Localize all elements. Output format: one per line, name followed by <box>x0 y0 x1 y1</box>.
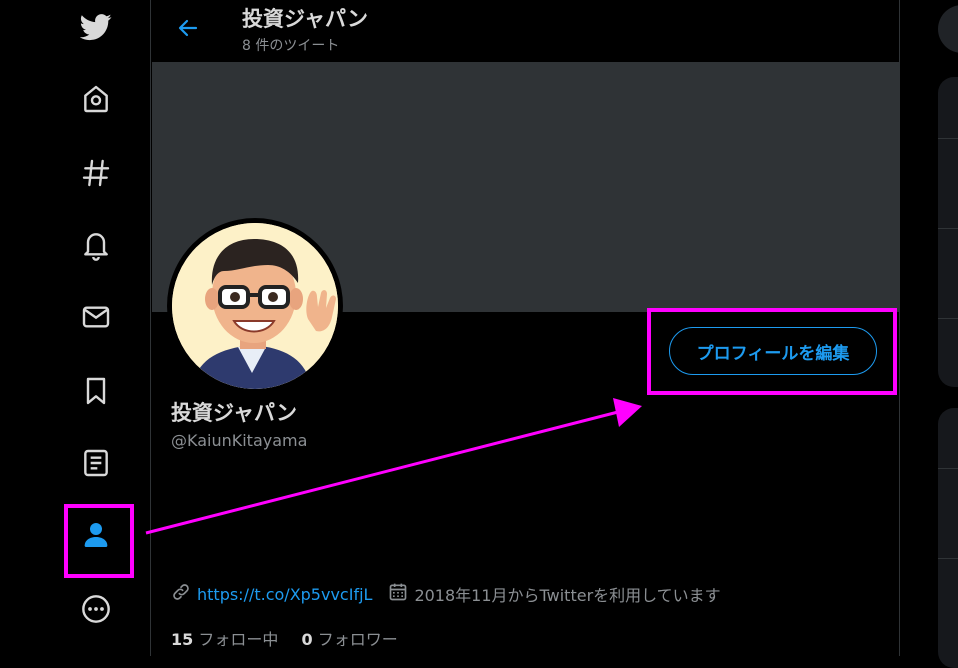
profile-website-link[interactable]: https://t.co/Xp5vvcIfjL <box>197 585 372 604</box>
calendar-icon <box>388 582 408 606</box>
followers-label: フォロワー <box>317 630 398 649</box>
following-count: 15 <box>171 630 194 649</box>
follow-divider <box>938 468 958 469</box>
person-icon[interactable] <box>77 516 115 554</box>
twitter-logo-icon[interactable] <box>77 8 115 46</box>
home-icon[interactable] <box>77 80 115 118</box>
profile-header: 投資ジャパン 8 件のツイート <box>151 0 899 62</box>
profile-handle: @KaiunKitayama <box>171 431 308 450</box>
follow-divider <box>938 558 958 559</box>
followers-link[interactable]: 0 フォロワー <box>301 626 397 650</box>
list-icon[interactable] <box>77 444 115 482</box>
edit-profile-button[interactable]: プロフィールを編集 <box>669 327 877 375</box>
who-to-follow-panel <box>938 408 958 668</box>
link-icon <box>171 582 191 606</box>
sidebar-nav <box>0 0 150 656</box>
bell-icon[interactable] <box>77 226 115 264</box>
profile-display-name: 投資ジャパン <box>171 401 297 425</box>
profile-column: 投資ジャパン 8 件のツイート プロフィールを編集 投資ジャパン @KaiunK… <box>151 0 899 656</box>
following-link[interactable]: 15 フォロー中 <box>171 626 278 650</box>
trends-panel <box>938 77 958 387</box>
joined-date: 2018年11月からTwitterを利用しています <box>414 586 721 605</box>
search-box[interactable] <box>938 5 958 53</box>
more-circle-icon[interactable] <box>77 590 115 628</box>
following-label: フォロー中 <box>198 630 279 649</box>
trends-divider <box>938 138 958 139</box>
envelope-icon[interactable] <box>77 298 115 336</box>
bookmark-icon[interactable] <box>77 372 115 410</box>
tweet-count: 8 件のツイート <box>242 38 340 54</box>
profile-meta: https://t.co/Xp5vvcIfjL 2018年11月からTwitte… <box>171 582 721 606</box>
hashtag-icon[interactable] <box>77 154 115 192</box>
back-arrow-icon[interactable] <box>173 13 203 43</box>
page-title: 投資ジャパン <box>242 7 368 31</box>
follow-stats: 15 フォロー中 0 フォロワー <box>171 626 416 650</box>
trends-divider <box>938 318 958 319</box>
avatar[interactable] <box>172 223 338 389</box>
trends-divider <box>938 228 958 229</box>
followers-count: 0 <box>301 630 313 649</box>
right-sidebar <box>900 0 958 668</box>
